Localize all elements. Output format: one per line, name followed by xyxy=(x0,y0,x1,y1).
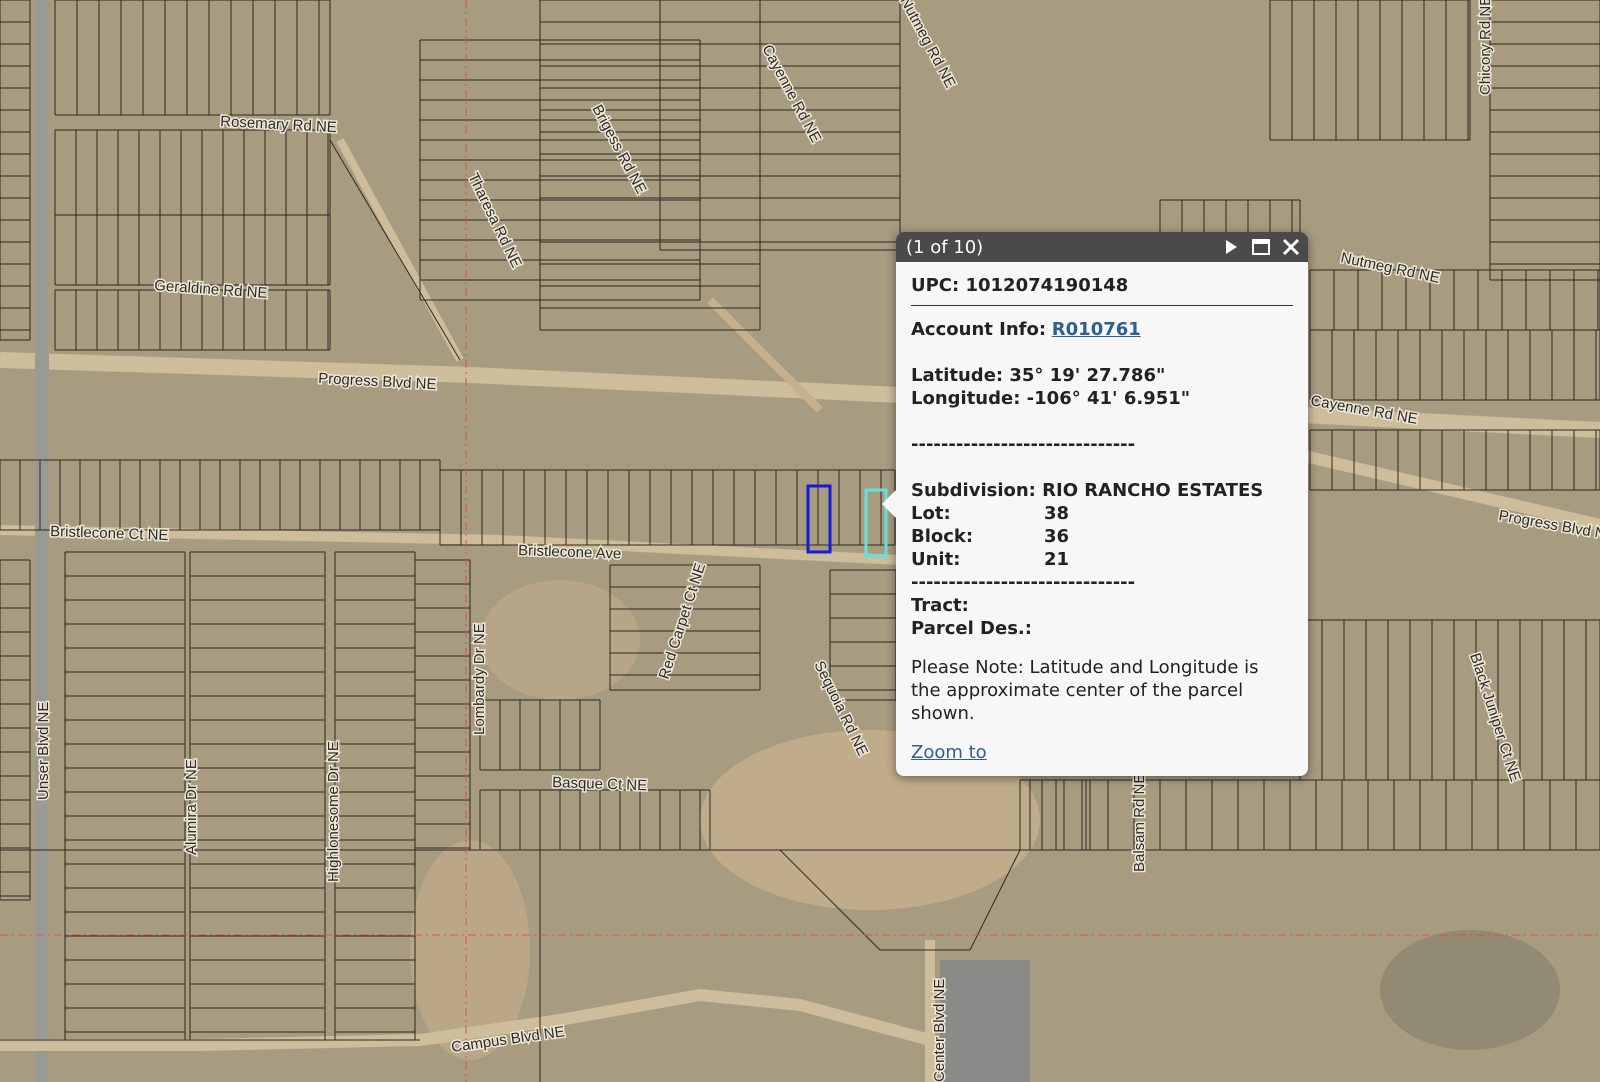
lot-label: Lot: xyxy=(911,503,951,524)
divider-text: ------------------------------ xyxy=(911,434,1136,455)
close-icon[interactable] xyxy=(1280,236,1302,258)
subdivision-row: Subdivision: RIO RANCHO ESTATES xyxy=(911,479,1293,502)
tract-label: Tract: xyxy=(911,595,969,616)
subdivision-label: Subdivision: xyxy=(911,480,1036,501)
parcel-info-popup: (1 of 10) UPC: 1012074190148 Account Inf… xyxy=(882,232,1308,776)
unit-value: 21 xyxy=(1044,549,1070,570)
road-label: Lombardy Dr NE xyxy=(471,623,488,735)
building-lot xyxy=(940,960,1030,1082)
popup-body: UPC: 1012074190148 Account Info: R010761… xyxy=(896,262,1308,764)
parcel-des-label: Parcel Des.: xyxy=(911,618,1032,639)
road-label: Bristlecone Ave xyxy=(518,542,622,563)
maximize-icon[interactable] xyxy=(1250,236,1272,258)
note-text: Please Note: Latitude and Longitude is t… xyxy=(911,657,1259,724)
road-label: Unser Blvd NE xyxy=(35,702,52,800)
block-label: Block: xyxy=(911,526,974,547)
map-background xyxy=(0,0,1600,1082)
road-label: Chicory Rd NE xyxy=(1477,0,1494,95)
zoom-to-link[interactable]: Zoom to xyxy=(911,741,987,764)
bare-ground-patch xyxy=(480,580,640,700)
block-row: Block: 36 xyxy=(911,525,1293,548)
block-value: 36 xyxy=(1044,526,1070,547)
subdivision-value: RIO RANCHO ESTATES xyxy=(1042,480,1264,501)
popup-pointer xyxy=(882,490,896,518)
upc-value: UPC: 1012074190148 xyxy=(911,274,1293,306)
road-label: Balsam Rd NE xyxy=(1131,774,1148,872)
popup-header: (1 of 10) xyxy=(896,232,1308,262)
road-label: Basque Ct NE xyxy=(552,774,648,794)
road-label: Alumira Dr NE xyxy=(183,759,200,855)
divider-text: ------------------------------ xyxy=(911,572,1136,593)
road-label: Highlonesome Dr NE xyxy=(325,741,342,882)
road-label: Center Blvd NE xyxy=(931,979,948,1082)
lot-row: Lot: 38 xyxy=(911,502,1293,525)
dark-terrain-patch xyxy=(1380,930,1560,1050)
latitude-value: Latitude: 35° 19' 27.786" xyxy=(911,365,1166,386)
longitude-value: Longitude: -106° 41' 6.951" xyxy=(911,388,1191,409)
unit-label: Unit: xyxy=(911,549,961,570)
parcel-map[interactable]: Rosemary Rd NE Geraldine Rd NE Progress … xyxy=(0,0,1600,1082)
unit-row: Unit: 21 xyxy=(911,548,1293,571)
account-info: Account Info: R010761 xyxy=(911,318,1293,341)
play-icon[interactable] xyxy=(1220,236,1242,258)
popup-title: (1 of 10) xyxy=(906,237,984,258)
account-label: Account Info: xyxy=(911,319,1047,340)
lot-value: 38 xyxy=(1044,503,1070,524)
account-link[interactable]: R010761 xyxy=(1052,319,1141,340)
